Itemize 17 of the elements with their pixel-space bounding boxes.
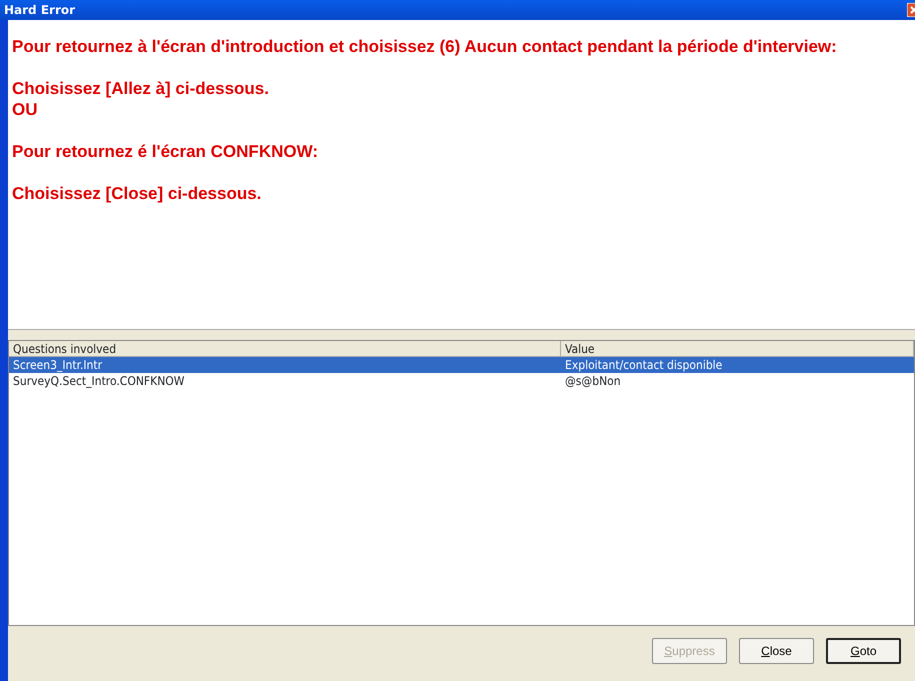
message-text: OU <box>12 99 38 120</box>
dialog-button[interactable]: Goto <box>826 638 901 664</box>
window-title: Hard Error <box>4 2 76 19</box>
message-text: Pour retournez é l'écran CONFKNOW: <box>12 141 319 162</box>
table-cell-text: @s@bNon <box>564 373 622 389</box>
table-cell-text: SurveyQ.Sect_Intro.CONFKNOW <box>12 373 186 389</box>
message-text: Pour retournez à l'écran d'introduction et choisissez (6) Aucun contact pendant la période d'interview: <box>12 36 838 57</box>
dialog-button[interactable]: Close <box>739 638 814 664</box>
table-cell-text: Screen3_Intr.Intr <box>12 357 104 373</box>
message-text: Choisissez [Close] ci-dessous. <box>12 183 262 204</box>
message-text: Choisissez [Allez à] ci-dessous. <box>12 78 270 99</box>
table-cell-text: Exploitant/contact disponible <box>564 357 724 373</box>
table-row[interactable]: SurveyQ.Sect_Intro.CONFKNOW @s@bNon <box>9 373 914 389</box>
column-header[interactable]: Questions involved <box>9 341 561 357</box>
table-row[interactable]: Screen3_Intr.Intr Exploitant/contact disponible <box>9 357 914 373</box>
close-icon[interactable] <box>907 3 915 17</box>
column-header[interactable]: Value <box>561 341 914 357</box>
